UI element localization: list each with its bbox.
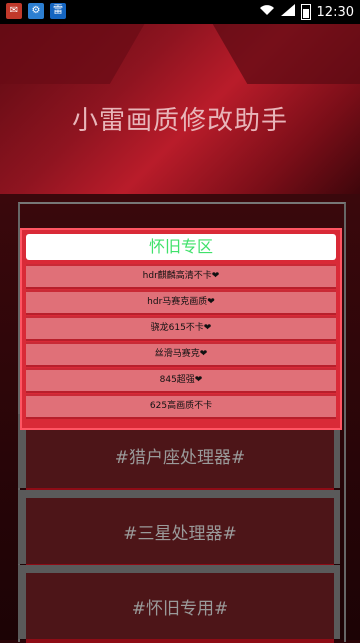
nostalgia-dialog: 怀旧专区 hdr麒麟高清不卡❤ hdr马赛克画质❤ 骁龙615不卡❤ 丝滑马赛克…	[20, 228, 342, 430]
menu-card-label: #怀旧专用#	[26, 573, 334, 643]
app-notification-icon: ✉	[6, 3, 22, 19]
app-notification-icon: ⚙	[28, 3, 44, 19]
app-title: 小雷画质修改助手	[71, 106, 288, 136]
menu-card-label: #猎户座处理器#	[26, 422, 334, 492]
dialog-title: 怀旧专区	[26, 234, 336, 260]
header-decoration	[212, 24, 360, 84]
dialog-item-5[interactable]: 625高画质不卡	[26, 394, 336, 419]
dialog-item-1[interactable]: hdr马赛克画质❤	[26, 290, 336, 315]
header-decoration	[0, 24, 151, 84]
status-bar: ✉ ⚙ 雷 12:30	[0, 0, 360, 24]
dialog-item-3[interactable]: 丝滑马赛克❤	[26, 342, 336, 367]
status-time: 12:30	[316, 4, 354, 20]
menu-card-label: #三星处理器#	[26, 498, 334, 568]
app-notification-icon: 雷	[50, 3, 66, 19]
dialog-item-4[interactable]: 845超强❤	[26, 368, 336, 393]
wifi-icon	[259, 4, 275, 20]
dialog-item-2[interactable]: 骁龙615不卡❤	[26, 316, 336, 341]
menu-card-nostalgia[interactable]: #怀旧专用#	[18, 565, 340, 643]
dialog-item-0[interactable]: hdr麒麟高清不卡❤	[26, 264, 336, 289]
battery-icon	[300, 4, 311, 20]
signal-icon	[280, 4, 295, 20]
header-banner: 小雷画质修改助手	[0, 24, 360, 194]
menu-card-samsung[interactable]: #三星处理器#	[18, 490, 340, 568]
